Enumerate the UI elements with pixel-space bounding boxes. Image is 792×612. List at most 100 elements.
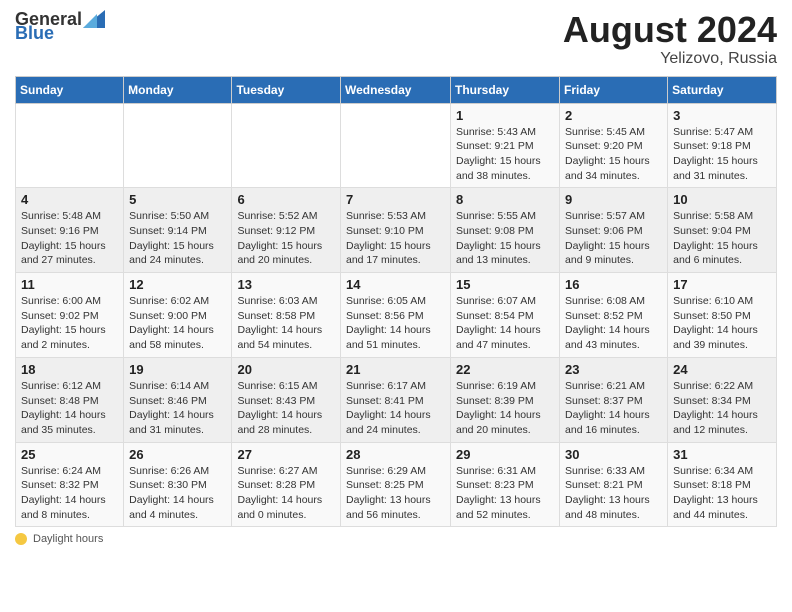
day-cell: 17 Sunrise: 6:10 AM Sunset: 8:50 PM Dayli…: [668, 273, 777, 358]
day-number: 16: [565, 277, 662, 292]
day-number: 18: [21, 362, 118, 377]
day-info: Sunrise: 6:07 AM Sunset: 8:54 PM Dayligh…: [456, 294, 554, 353]
week-row-1: 1 Sunrise: 5:43 AM Sunset: 9:21 PM Daylig…: [16, 103, 777, 188]
calendar-table: SundayMondayTuesdayWednesdayThursdayFrid…: [15, 76, 777, 528]
day-number: 10: [673, 192, 771, 207]
day-cell: 20Sunrise: 6:15 AM Sunset: 8:43 PM Dayli…: [232, 357, 341, 442]
day-cell: 14 Sunrise: 6:05 AM Sunset: 8:56 PM Dayli…: [341, 273, 451, 358]
day-info: Sunrise: 6:08 AM Sunset: 8:52 PM Dayligh…: [565, 294, 662, 353]
day-number: 8: [456, 192, 554, 207]
day-info: Sunrise: 6:27 AM Sunset: 8:28 PM Dayligh…: [237, 464, 335, 523]
day-number: 6: [237, 192, 335, 207]
day-number: 4: [21, 192, 118, 207]
day-cell: 22Sunrise: 6:19 AM Sunset: 8:39 PM Dayli…: [451, 357, 560, 442]
footer-note: Daylight hours: [15, 533, 777, 545]
day-number: 5: [129, 192, 226, 207]
day-cell: [16, 103, 124, 188]
day-cell: 12 Sunrise: 6:02 AM Sunset: 9:00 PM Dayli…: [124, 273, 232, 358]
logo-icon: [83, 10, 105, 28]
day-number: 7: [346, 192, 445, 207]
weekday-header-row: SundayMondayTuesdayWednesdayThursdayFrid…: [16, 76, 777, 103]
logo: General Blue: [15, 10, 105, 42]
day-number: 21: [346, 362, 445, 377]
day-cell: 1 Sunrise: 5:43 AM Sunset: 9:21 PM Daylig…: [451, 103, 560, 188]
day-info: Sunrise: 6:14 AM Sunset: 8:46 PM Dayligh…: [129, 379, 226, 438]
daylight-dot: [15, 533, 27, 545]
weekday-sunday: Sunday: [16, 76, 124, 103]
day-info: Sunrise: 6:00 AM Sunset: 9:02 PM Dayligh…: [21, 294, 118, 353]
day-cell: 24 Sunrise: 6:22 AM Sunset: 8:34 PM Dayli…: [668, 357, 777, 442]
day-info: Sunrise: 5:48 AM Sunset: 9:16 PM Dayligh…: [21, 209, 118, 268]
day-number: 17: [673, 277, 771, 292]
day-number: 3: [673, 108, 771, 123]
day-cell: [124, 103, 232, 188]
weekday-monday: Monday: [124, 76, 232, 103]
week-row-2: 4 Sunrise: 5:48 AM Sunset: 9:16 PM Daylig…: [16, 188, 777, 273]
day-info: Sunrise: 6:15 AM Sunset: 8:43 PM Dayligh…: [237, 379, 335, 438]
calendar-title: August 2024: [563, 10, 777, 50]
day-number: 30: [565, 447, 662, 462]
logo-blue: Blue: [15, 24, 54, 42]
day-info: Sunrise: 6:21 AM Sunset: 8:37 PM Dayligh…: [565, 379, 662, 438]
day-cell: 29 Sunrise: 6:31 AM Sunset: 8:23 PM Dayli…: [451, 442, 560, 527]
day-info: Sunrise: 6:19 AM Sunset: 8:39 PM Dayligh…: [456, 379, 554, 438]
day-info: Sunrise: 6:24 AM Sunset: 8:32 PM Dayligh…: [21, 464, 118, 523]
day-number: 12: [129, 277, 226, 292]
weekday-wednesday: Wednesday: [341, 76, 451, 103]
day-info: Sunrise: 5:57 AM Sunset: 9:06 PM Dayligh…: [565, 209, 662, 268]
day-number: 14: [346, 277, 445, 292]
day-cell: 10Sunrise: 5:58 AM Sunset: 9:04 PM Dayli…: [668, 188, 777, 273]
day-number: 26: [129, 447, 226, 462]
weekday-saturday: Saturday: [668, 76, 777, 103]
day-number: 31: [673, 447, 771, 462]
day-number: 24: [673, 362, 771, 377]
day-cell: 27Sunrise: 6:27 AM Sunset: 8:28 PM Dayli…: [232, 442, 341, 527]
day-cell: 6 Sunrise: 5:52 AM Sunset: 9:12 PM Daylig…: [232, 188, 341, 273]
day-number: 9: [565, 192, 662, 207]
day-info: Sunrise: 5:43 AM Sunset: 9:21 PM Dayligh…: [456, 125, 554, 184]
day-cell: 7 Sunrise: 5:53 AM Sunset: 9:10 PM Daylig…: [341, 188, 451, 273]
day-cell: 11 Sunrise: 6:00 AM Sunset: 9:02 PM Dayli…: [16, 273, 124, 358]
day-info: Sunrise: 6:02 AM Sunset: 9:00 PM Dayligh…: [129, 294, 226, 353]
day-info: Sunrise: 5:47 AM Sunset: 9:18 PM Dayligh…: [673, 125, 771, 184]
day-info: Sunrise: 6:10 AM Sunset: 8:50 PM Dayligh…: [673, 294, 771, 353]
day-cell: 3 Sunrise: 5:47 AM Sunset: 9:18 PM Daylig…: [668, 103, 777, 188]
day-cell: 25 Sunrise: 6:24 AM Sunset: 8:32 PM Dayli…: [16, 442, 124, 527]
day-info: Sunrise: 6:34 AM Sunset: 8:18 PM Dayligh…: [673, 464, 771, 523]
day-cell: 28Sunrise: 6:29 AM Sunset: 8:25 PM Dayli…: [341, 442, 451, 527]
day-cell: [341, 103, 451, 188]
day-cell: 15 Sunrise: 6:07 AM Sunset: 8:54 PM Dayli…: [451, 273, 560, 358]
day-number: 25: [21, 447, 118, 462]
day-info: Sunrise: 6:22 AM Sunset: 8:34 PM Dayligh…: [673, 379, 771, 438]
day-number: 15: [456, 277, 554, 292]
day-cell: 9 Sunrise: 5:57 AM Sunset: 9:06 PM Daylig…: [560, 188, 668, 273]
page-header: General Blue August 2024 Yelizovo, Russi…: [15, 10, 777, 68]
day-cell: [232, 103, 341, 188]
calendar-location: Yelizovo, Russia: [563, 50, 777, 68]
day-cell: 8Sunrise: 5:55 AM Sunset: 9:08 PM Daylig…: [451, 188, 560, 273]
day-number: 28: [346, 447, 445, 462]
week-row-4: 18Sunrise: 6:12 AM Sunset: 8:48 PM Dayli…: [16, 357, 777, 442]
day-number: 11: [21, 277, 118, 292]
day-cell: 4 Sunrise: 5:48 AM Sunset: 9:16 PM Daylig…: [16, 188, 124, 273]
day-number: 19: [129, 362, 226, 377]
day-info: Sunrise: 6:26 AM Sunset: 8:30 PM Dayligh…: [129, 464, 226, 523]
day-cell: 5 Sunrise: 5:50 AM Sunset: 9:14 PM Daylig…: [124, 188, 232, 273]
day-info: Sunrise: 6:31 AM Sunset: 8:23 PM Dayligh…: [456, 464, 554, 523]
day-info: Sunrise: 5:45 AM Sunset: 9:20 PM Dayligh…: [565, 125, 662, 184]
week-row-5: 25 Sunrise: 6:24 AM Sunset: 8:32 PM Dayli…: [16, 442, 777, 527]
day-cell: 30Sunrise: 6:33 AM Sunset: 8:21 PM Dayli…: [560, 442, 668, 527]
day-number: 29: [456, 447, 554, 462]
day-number: 1: [456, 108, 554, 123]
day-cell: 16 Sunrise: 6:08 AM Sunset: 8:52 PM Dayli…: [560, 273, 668, 358]
day-number: 2: [565, 108, 662, 123]
day-info: Sunrise: 5:53 AM Sunset: 9:10 PM Dayligh…: [346, 209, 445, 268]
day-number: 23: [565, 362, 662, 377]
day-cell: 13Sunrise: 6:03 AM Sunset: 8:58 PM Dayli…: [232, 273, 341, 358]
day-info: Sunrise: 6:03 AM Sunset: 8:58 PM Dayligh…: [237, 294, 335, 353]
day-info: Sunrise: 5:52 AM Sunset: 9:12 PM Dayligh…: [237, 209, 335, 268]
day-info: Sunrise: 5:50 AM Sunset: 9:14 PM Dayligh…: [129, 209, 226, 268]
weekday-friday: Friday: [560, 76, 668, 103]
day-info: Sunrise: 6:05 AM Sunset: 8:56 PM Dayligh…: [346, 294, 445, 353]
day-cell: 26 Sunrise: 6:26 AM Sunset: 8:30 PM Dayli…: [124, 442, 232, 527]
